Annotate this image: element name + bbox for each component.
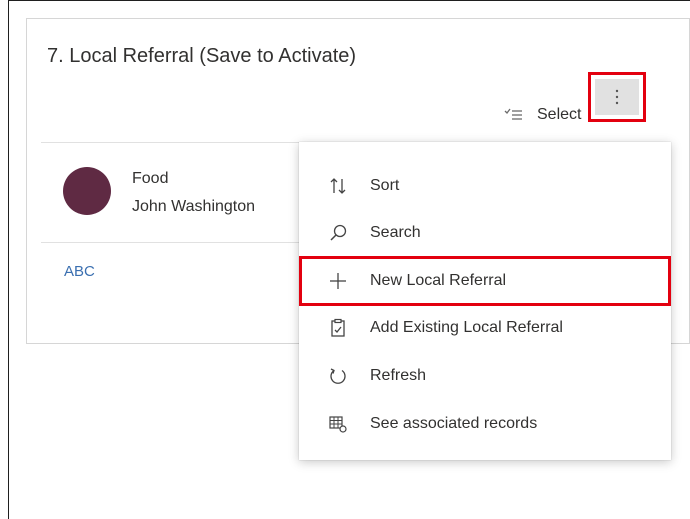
plus-icon bbox=[327, 270, 349, 292]
vertical-ellipsis-icon bbox=[615, 89, 619, 105]
menu-item-refresh[interactable]: Refresh bbox=[299, 352, 671, 400]
avatar bbox=[63, 167, 111, 215]
menu-item-label: Refresh bbox=[370, 367, 427, 384]
record-name[interactable]: Food bbox=[132, 170, 168, 188]
more-commands-inner bbox=[595, 79, 639, 115]
menu-item-label: Add Existing Local Referral bbox=[370, 319, 563, 336]
overflow-menu: Sort Search New Local Referral Add Exist… bbox=[299, 142, 671, 460]
row-divider bbox=[41, 242, 311, 243]
select-button[interactable]: Select bbox=[503, 101, 581, 129]
menu-item-search[interactable]: Search bbox=[299, 209, 671, 257]
menu-item-label: See associated records bbox=[370, 415, 538, 432]
record-owner: John Washington bbox=[132, 198, 256, 215]
checklist-icon bbox=[504, 108, 522, 120]
select-label: Select bbox=[537, 106, 582, 123]
table-associated-icon bbox=[327, 413, 349, 435]
menu-item-new-local-referral[interactable]: New Local Referral bbox=[299, 256, 671, 306]
refresh-icon bbox=[327, 365, 349, 387]
search-icon bbox=[327, 222, 349, 244]
sort-icon bbox=[327, 175, 349, 197]
menu-item-add-existing[interactable]: Add Existing Local Referral bbox=[299, 304, 671, 352]
menu-item-label: Search bbox=[370, 224, 421, 241]
section-title: 7. Local Referral (Save to Activate) bbox=[47, 45, 357, 67]
abc-link[interactable]: ABC bbox=[64, 263, 95, 280]
clipboard-add-icon bbox=[327, 317, 349, 339]
more-commands-button[interactable] bbox=[588, 72, 646, 122]
menu-item-label: Sort bbox=[370, 177, 400, 194]
menu-item-sort[interactable]: Sort bbox=[299, 162, 671, 210]
header-divider bbox=[41, 142, 311, 143]
menu-item-see-associated[interactable]: See associated records bbox=[299, 400, 671, 448]
menu-item-label: New Local Referral bbox=[370, 272, 507, 289]
